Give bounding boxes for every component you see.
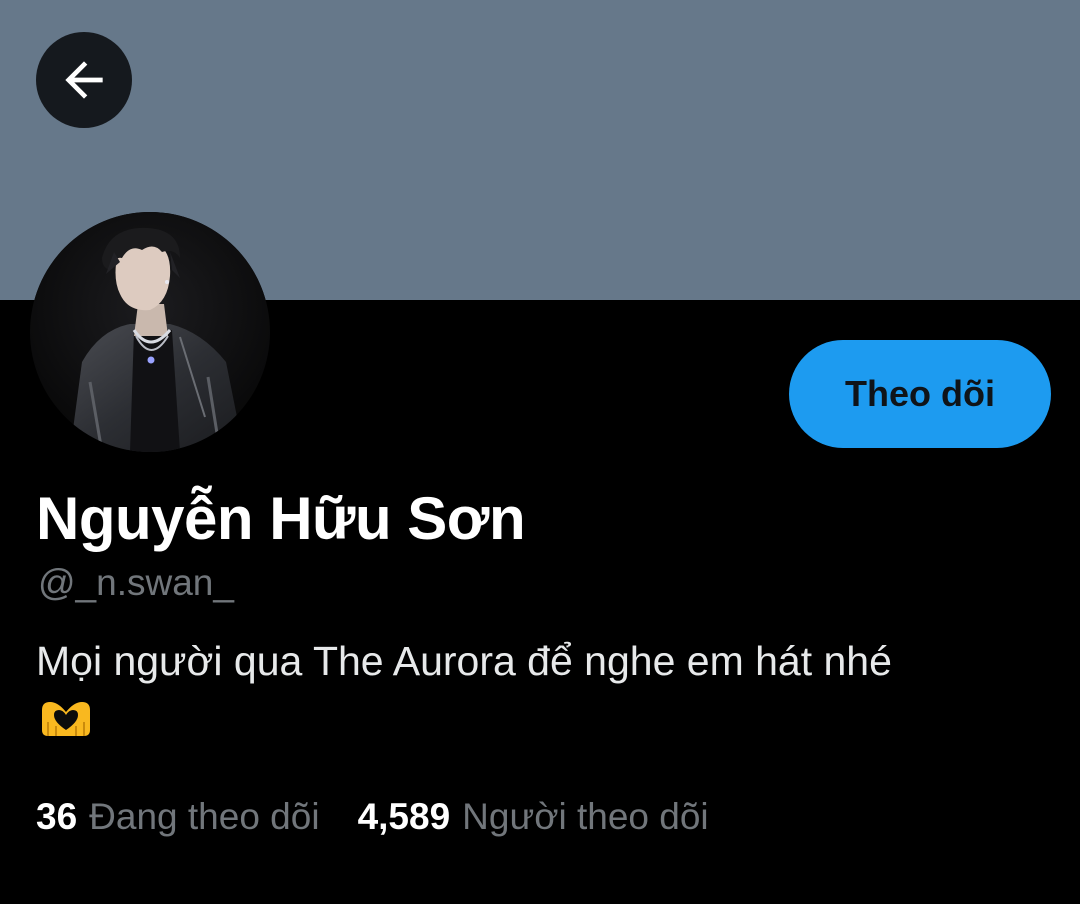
followers-count: 4,589 [357, 796, 451, 837]
back-button[interactable] [36, 32, 132, 128]
profile-photo [30, 212, 270, 452]
followers-stat[interactable]: 4,589 Người theo dõi [358, 796, 709, 838]
profile-stats: 36 Đang theo dõi 4,589 Người theo dõi [36, 796, 709, 838]
arrow-left-icon [65, 61, 103, 99]
follow-button[interactable]: Theo dõi [789, 340, 1051, 448]
followers-label: Người theo dõi [462, 796, 709, 837]
following-label: Đang theo dõi [89, 796, 320, 837]
heart-hands-emoji-icon [38, 696, 94, 740]
avatar[interactable] [30, 212, 270, 452]
user-handle: @_n.swan_ [38, 562, 234, 603]
following-count: 36 [36, 796, 78, 837]
display-name: Nguyễn Hữu Sơn [36, 485, 526, 552]
bio-text: Mọi người qua The Aurora để nghe em hát … [36, 638, 892, 684]
following-stat[interactable]: 36 Đang theo dõi [36, 796, 320, 838]
